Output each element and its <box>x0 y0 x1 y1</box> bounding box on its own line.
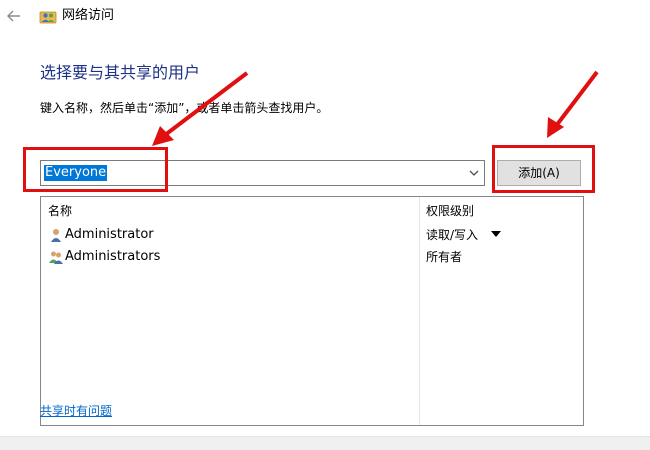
instruction-text: 键入名称，然后单击“添加”，或者单击箭头查找用户。 <box>40 101 329 115</box>
help-link[interactable]: 共享时有问题 <box>40 403 112 419</box>
share-dialog-content: 选择要与其共享的用户 键入名称，然后单击“添加”，或者单击箭头查找用户。 Eve… <box>0 32 650 436</box>
add-button[interactable]: 添加(A) <box>497 160 581 186</box>
arrow-left-icon[interactable] <box>4 6 26 26</box>
window-title: 网络访问 <box>62 8 115 23</box>
permission-level[interactable]: 读取/写入 <box>426 227 478 243</box>
dialog-footer <box>0 436 650 450</box>
chevron-down-icon[interactable] <box>468 168 480 178</box>
user-name: Administrator <box>65 227 154 242</box>
list-item[interactable]: Administrators 所有者 <box>41 246 583 268</box>
user-name-input-value[interactable]: Everyone <box>44 165 108 181</box>
user-group-icon <box>49 251 63 264</box>
user-name: Administrators <box>65 249 161 264</box>
list-item[interactable]: Administrator 读取/写入 <box>41 224 583 246</box>
page-title: 选择要与其共享的用户 <box>40 63 201 82</box>
column-header-name[interactable]: 名称 <box>48 203 72 219</box>
network-users-icon <box>39 11 57 24</box>
caret-down-icon[interactable] <box>491 231 501 238</box>
column-header-permission[interactable]: 权限级别 <box>426 203 474 219</box>
user-name-combobox[interactable]: Everyone <box>40 160 485 186</box>
user-icon <box>51 229 61 242</box>
permission-level: 所有者 <box>426 250 463 264</box>
shared-users-list[interactable]: 名称 权限级别 Administrator 读取/写入 Administrato… <box>40 196 584 426</box>
title-bar: 网络访问 <box>0 0 650 32</box>
